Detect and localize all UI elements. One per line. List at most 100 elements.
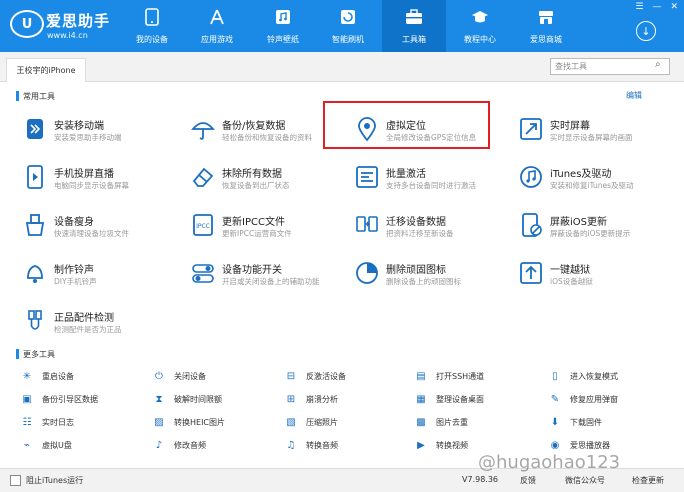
svg-text:IPCC: IPCC [196, 223, 210, 230]
more-tool-item[interactable]: ⊞ 崩溃分析 [284, 390, 394, 408]
tool-item[interactable]: 批量激活 支持多台设备同时进行激活 [350, 158, 510, 198]
tool-item[interactable]: 屏蔽iOS更新 屏蔽设备的iOS更新提示 [514, 206, 674, 246]
tool-desc: 检测配件是否为正品 [54, 325, 122, 334]
more-tool-label: 破解时间限额 [174, 394, 222, 404]
audio-icon: ♪ [155, 439, 163, 451]
app-window: U 爱思助手 www.i4.cn 我的设备 应用游戏 铃声壁纸 智能刷机 工具箱… [0, 0, 684, 492]
nav-label: 教程中心 [464, 35, 496, 44]
tool-name: 制作铃声 [54, 265, 94, 276]
cable-icon [22, 308, 48, 334]
convert-audio-icon: ♫ [286, 439, 296, 451]
more-tool-label: 重启设备 [42, 371, 74, 381]
more-tool-label: 崩溃分析 [306, 394, 338, 404]
nav-ringtones[interactable]: 铃声壁纸 [251, 0, 315, 52]
tool-item[interactable]: 迁移设备数据 把资料迁移至新设备 [350, 206, 510, 246]
tool-item[interactable]: 正品配件检测 检测配件是否为正品 [18, 302, 178, 342]
desktop-icon: ▦ [416, 393, 426, 405]
tool-desc: 安装爱思助手移动端 [54, 133, 122, 142]
tool-item[interactable]: 制作铃声 DIY手机铃声 [18, 254, 178, 294]
wechat-link[interactable]: 微信公众号 [565, 475, 605, 486]
menu-icon[interactable]: ☰ [635, 2, 643, 12]
compress-icon: ▧ [286, 416, 296, 428]
log-icon: ☷ [22, 416, 32, 428]
tool-name: 一键越狱 [550, 265, 590, 276]
tool-desc: iOS设备越狱 [550, 277, 593, 286]
window-controls: ☰ — ✕ [635, 2, 678, 12]
block-update-icon [518, 212, 544, 238]
tool-item[interactable]: 实时屏幕 实时显示设备屏幕的画面 [514, 110, 674, 150]
more-tool-label: 压缩照片 [306, 417, 338, 427]
nav-toolbox[interactable]: 工具箱 [382, 0, 446, 52]
search-icon[interactable]: ⌕ [655, 59, 661, 70]
block-itunes-checkbox[interactable] [10, 475, 21, 486]
download-icon[interactable]: ↓ [636, 21, 656, 41]
more-tool-item[interactable]: ⧗ 破解时间限额 [152, 390, 262, 408]
close-button[interactable]: ✕ [670, 2, 678, 12]
more-tool-label: 实时日志 [42, 417, 74, 427]
more-tool-item[interactable]: ▣ 备份引导区数据 [20, 390, 130, 408]
tool-item[interactable]: IPCC 更新IPCC文件 更新IPCC运营商文件 [186, 206, 346, 246]
more-tools-header: 更多工具 [16, 348, 55, 360]
nav-apps[interactable]: 应用游戏 [185, 0, 249, 52]
tool-desc: DIY手机铃声 [54, 277, 97, 286]
nav-flash[interactable]: 智能刷机 [316, 0, 380, 52]
nav-store[interactable]: 爱思商城 [514, 0, 578, 52]
more-tool-item[interactable]: ♪ 修改音频 [152, 436, 262, 454]
nav-tutorials[interactable]: 教程中心 [448, 0, 512, 52]
more-tool-item[interactable]: ⊟ 反激活设备 [284, 367, 394, 385]
more-tool-label: 关闭设备 [174, 371, 206, 381]
more-tool-item[interactable]: ▯ 进入恢复模式 [548, 367, 658, 385]
nav-label: 工具箱 [402, 35, 426, 44]
i4-install-icon [22, 116, 48, 142]
more-tool-label: 转换视频 [436, 440, 468, 450]
more-tool-item[interactable]: ▩ 图片去重 [414, 413, 524, 431]
tool-desc: 删除设备上的顽固图标 [386, 277, 461, 286]
phone-play-icon [22, 164, 48, 190]
tool-item[interactable]: 手机投屏直播 电脑同步显示设备屏幕 [18, 158, 178, 198]
minimize-button[interactable]: — [652, 2, 661, 12]
more-tool-item[interactable]: ⌁ 虚拟U盘 [20, 436, 130, 454]
edit-link[interactable]: 编辑 [626, 90, 642, 101]
device-tab[interactable]: 王校宇的iPhone [6, 58, 86, 82]
check-update-link[interactable]: 检查更新 [632, 475, 664, 486]
more-tool-label: 虚拟U盘 [42, 440, 72, 450]
nav-label: 我的设备 [136, 35, 168, 44]
eraser-icon [190, 164, 216, 190]
more-tool-label: 进入恢复模式 [570, 371, 618, 381]
tool-item[interactable]: 抹除所有数据 恢复设备到出厂状态 [186, 158, 346, 198]
app-url: www.i4.cn [47, 31, 88, 40]
usb-icon: ⌁ [23, 439, 31, 451]
phone-icon [143, 8, 161, 26]
tool-item[interactable]: 安装移动端 安装爱思助手移动端 [18, 110, 178, 150]
more-tool-item[interactable]: ✎ 修复应用弹窗 [548, 390, 658, 408]
tool-item[interactable]: 备份/恢复数据 轻松备份和恢复设备的资料 [186, 110, 346, 150]
tool-item[interactable]: 删除顽固图标 删除设备上的顽固图标 [350, 254, 510, 294]
more-tool-label: 转换HEIC图片 [174, 417, 226, 427]
tool-item[interactable]: 设备功能开关 开启或关闭设备上的辅助功能 [186, 254, 346, 294]
tool-item[interactable]: iTunes及驱动 安装和修复iTunes及驱动 [514, 158, 674, 198]
more-tool-item[interactable]: ☷ 实时日志 [20, 413, 130, 431]
tool-name: 更新IPCC文件 [222, 217, 285, 228]
tool-item[interactable]: 设备瘦身 快速清理设备垃圾文件 [18, 206, 178, 246]
tool-name: 设备功能开关 [222, 265, 282, 276]
more-tool-item[interactable]: ▤ 打开SSH通道 [414, 367, 524, 385]
power-icon: ⏻ [155, 370, 163, 382]
search-input[interactable] [550, 58, 670, 75]
more-tool-item[interactable]: ⏻ 关闭设备 [152, 367, 262, 385]
more-tool-item[interactable]: ✳ 重启设备 [20, 367, 130, 385]
more-tool-item[interactable]: ♫ 转换音频 [284, 436, 394, 454]
more-tool-label: 反激活设备 [306, 371, 346, 381]
ssh-icon: ▤ [416, 370, 426, 382]
feedback-link[interactable]: 反馈 [520, 475, 536, 486]
graduation-icon [471, 8, 489, 26]
tool-desc: 安装和修复iTunes及驱动 [550, 181, 634, 190]
more-tool-item[interactable]: ▦ 整理设备桌面 [414, 390, 524, 408]
nav-label: 爱思商城 [530, 35, 562, 44]
more-tool-item[interactable]: ▧ 压缩照片 [284, 413, 394, 431]
broom-icon [22, 212, 48, 238]
more-tool-item[interactable]: ▨ 转换HEIC图片 [152, 413, 262, 431]
nav-my-device[interactable]: 我的设备 [120, 0, 184, 52]
tool-item[interactable]: 一键越狱 iOS设备越狱 [514, 254, 674, 294]
tool-name: 批量激活 [386, 169, 426, 180]
more-tool-item[interactable]: ⬇ 下载固件 [548, 413, 658, 431]
